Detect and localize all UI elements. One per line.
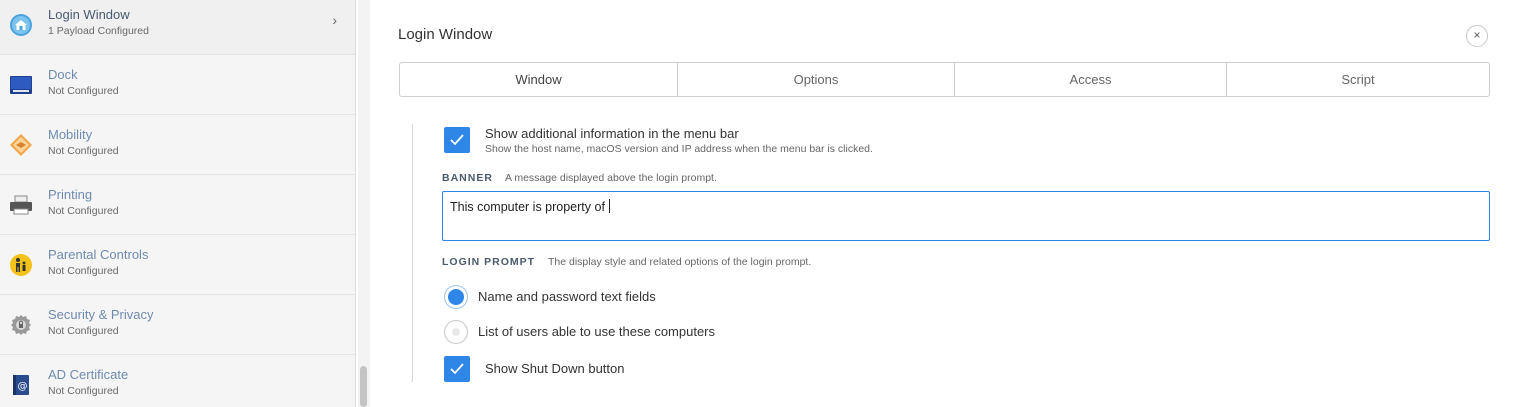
- svg-text:@: @: [18, 381, 28, 392]
- tab-bar: Window Options Access Script: [399, 62, 1490, 97]
- sidebar-item-dock[interactable]: Dock Not Configured: [0, 55, 355, 115]
- security-icon: [9, 313, 33, 337]
- sidebar-item-subtitle: Not Configured: [48, 325, 119, 337]
- mobility-icon: [9, 133, 33, 157]
- tab-window[interactable]: Window: [400, 63, 678, 96]
- login-prompt-help: The display style and related options of…: [548, 256, 812, 268]
- sidebar-item-title: Dock: [48, 67, 78, 82]
- sidebar-item-subtitle: Not Configured: [48, 265, 119, 277]
- sidebar-item-subtitle: Not Configured: [48, 205, 119, 217]
- banner-label: BANNER: [442, 172, 493, 184]
- sidebar-item-subtitle: Not Configured: [48, 145, 119, 157]
- payload-panel: Login Window × Window Options Access Scr…: [371, 0, 1514, 407]
- sidebar-item-title: AD Certificate: [48, 367, 129, 382]
- printer-icon: [9, 193, 33, 217]
- tab-script[interactable]: Script: [1227, 63, 1489, 96]
- sidebar-item-title: Security & Privacy: [48, 307, 154, 322]
- sidebar-item-security-privacy[interactable]: Security & Privacy Not Configured: [0, 295, 355, 355]
- sidebar-item-ad-certificate[interactable]: @ AD Certificate Not Configured: [0, 355, 355, 407]
- checkmark-icon: [450, 134, 464, 146]
- menu-bar-info-label: Show additional information in the menu …: [485, 126, 739, 141]
- close-button[interactable]: ×: [1466, 25, 1488, 47]
- sidebar-item-title: Parental Controls: [48, 247, 149, 262]
- banner-textarea[interactable]: This computer is property of: [442, 191, 1490, 241]
- tab-options[interactable]: Options: [678, 63, 955, 96]
- sidebar-item-title: Mobility: [48, 127, 93, 142]
- tab-access[interactable]: Access: [955, 63, 1227, 96]
- certificate-icon: @: [9, 373, 33, 397]
- radio-selected-dot: [448, 289, 464, 305]
- app-window: Login Window 1 Payload Configured › Dock…: [0, 0, 1514, 407]
- menu-bar-info-help: Show the host name, macOS version and IP…: [485, 143, 873, 155]
- banner-help: A message displayed above the login prom…: [505, 172, 717, 184]
- checkmark-icon: [450, 363, 464, 375]
- menu-bar-info-checkbox[interactable]: [444, 127, 470, 153]
- sidebar-item-mobility[interactable]: Mobility Not Configured: [0, 115, 355, 175]
- sidebar-item-subtitle: Not Configured: [48, 385, 119, 397]
- shutdown-button-label: Show Shut Down button: [485, 361, 625, 376]
- sidebar-item-title: Printing: [48, 187, 93, 202]
- dock-icon: [9, 73, 33, 97]
- radio-name-password[interactable]: [444, 285, 468, 309]
- sidebar-item-parental-controls[interactable]: Parental Controls Not Configured: [0, 235, 355, 295]
- radio-list-of-users-label: List of users able to use these computer…: [478, 324, 716, 339]
- sidebar-item-title: Login Window: [48, 7, 130, 22]
- radio-list-of-users[interactable]: [444, 320, 468, 344]
- sidebar-item-subtitle: Not Configured: [48, 85, 119, 97]
- content-divider: [412, 124, 413, 382]
- page-title: Login Window: [398, 26, 493, 43]
- sidebar-scrollbar[interactable]: [358, 0, 370, 407]
- scrollbar-thumb[interactable]: [360, 366, 367, 407]
- home-icon: [9, 13, 33, 37]
- radio-name-password-label: Name and password text fields: [478, 289, 656, 304]
- sidebar-item-subtitle: 1 Payload Configured: [48, 25, 149, 37]
- sidebar-item-login-window[interactable]: Login Window 1 Payload Configured ›: [0, 0, 355, 55]
- shutdown-button-checkbox[interactable]: [444, 356, 470, 382]
- login-prompt-label: LOGIN PROMPT: [442, 256, 536, 268]
- sidebar-item-printing[interactable]: Printing Not Configured: [0, 175, 355, 235]
- banner-text: This computer is property of: [450, 200, 609, 214]
- text-caret: [609, 199, 611, 213]
- radio-unselected-dot: [452, 328, 460, 336]
- parental-controls-icon: [9, 253, 33, 277]
- payload-sidebar: Login Window 1 Payload Configured › Dock…: [0, 0, 356, 407]
- chevron-right-icon: ›: [332, 12, 337, 28]
